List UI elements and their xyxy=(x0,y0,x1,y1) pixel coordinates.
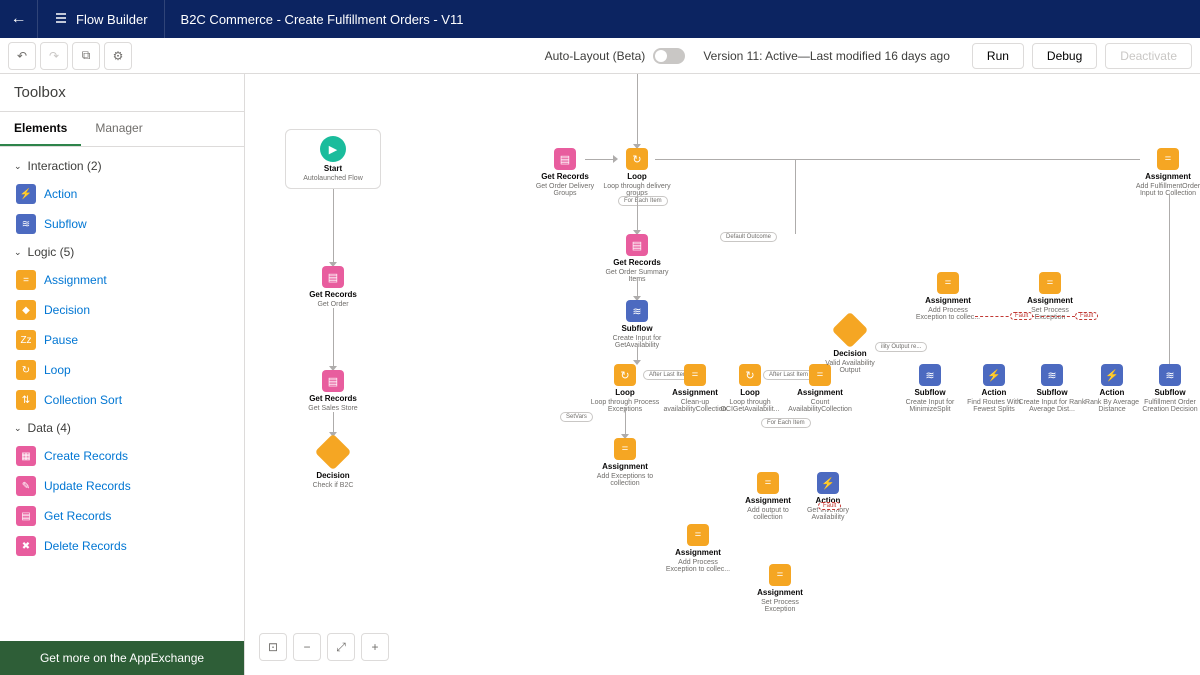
zoom-in-button[interactable]: + xyxy=(361,633,389,661)
app-header: ← Flow Builder B2C Commerce - Create Ful… xyxy=(0,0,1200,38)
flow-title: B2C Commerce - Create Fulfillment Orders… xyxy=(165,12,480,27)
pill-fault-2: Fault xyxy=(1010,312,1033,320)
element-icon: ◆ xyxy=(16,300,36,320)
element-icon: ↻ xyxy=(16,360,36,380)
node-get-store[interactable]: ▤Get RecordsGet Sales Store xyxy=(298,370,368,412)
element-item[interactable]: Zz Pause xyxy=(0,325,244,355)
element-item[interactable]: ⇅ Collection Sort xyxy=(0,385,244,415)
canvas-controls: ⊡ − ⤢ + xyxy=(259,633,389,661)
auto-layout-toggle[interactable]: Auto-Layout (Beta) xyxy=(545,48,686,64)
node-loop-groups[interactable]: ↻LoopLoop through delivery groups xyxy=(602,148,672,198)
element-item[interactable]: ▦ Create Records xyxy=(0,441,244,471)
settings-button[interactable]: ⚙ xyxy=(104,42,132,70)
fit-button[interactable]: ⤢ xyxy=(327,633,355,661)
element-label: Subflow xyxy=(44,217,87,231)
pill-utility-output: ility Output re... xyxy=(875,342,927,352)
run-button[interactable]: Run xyxy=(972,43,1024,69)
element-icon: ⚡ xyxy=(16,184,36,204)
category[interactable]: ⌄Logic (5) xyxy=(0,239,244,265)
element-item[interactable]: ▤ Get Records xyxy=(0,501,244,531)
element-label: Pause xyxy=(44,333,78,347)
element-icon: ▦ xyxy=(16,446,36,466)
node-get-delivery[interactable]: ▤Get RecordsGet Order Delivery Groups xyxy=(530,148,600,198)
node-action-inventory[interactable]: ⚡ActionGet Inventory Availability xyxy=(793,472,863,522)
chevron-down-icon: ⌄ xyxy=(14,247,22,258)
node-get-items[interactable]: ▤Get RecordsGet Order Summary Items xyxy=(602,234,672,284)
pill-setvars: SetVars xyxy=(560,412,593,422)
pill-default-outcome: Default Outcome xyxy=(720,232,777,242)
element-item[interactable]: ≋ Subflow xyxy=(0,209,244,239)
deactivate-button: Deactivate xyxy=(1105,43,1192,69)
element-label: Collection Sort xyxy=(44,393,122,407)
pill-foreach-2: For Each Item xyxy=(761,418,811,428)
element-label: Update Records xyxy=(44,479,131,493)
node-get-order[interactable]: ▤Get RecordsGet Order xyxy=(298,266,368,308)
zoom-out-button[interactable]: − xyxy=(293,633,321,661)
element-icon: ✖ xyxy=(16,536,36,556)
node-start[interactable]: ▶StartAutolaunched Flow xyxy=(285,129,381,189)
element-icon: = xyxy=(16,270,36,290)
node-sf-fulfill[interactable]: ≋SubflowFulfillment Order Creation Decis… xyxy=(1135,364,1200,414)
node-asn-fulfill[interactable]: =AssignmentAdd FulfillmentOrder Input to… xyxy=(1133,148,1200,198)
pill-fault-3: Fault xyxy=(1075,312,1098,320)
element-label: Decision xyxy=(44,303,90,317)
element-item[interactable]: ✎ Update Records xyxy=(0,471,244,501)
element-item[interactable]: ✖ Delete Records xyxy=(0,531,244,561)
undo-button[interactable]: ↶ xyxy=(8,42,36,70)
copy-button[interactable]: ⧉ xyxy=(72,42,100,70)
element-icon: ≋ xyxy=(16,214,36,234)
chevron-down-icon: ⌄ xyxy=(14,161,22,172)
pill-fault-1: Fault xyxy=(818,502,841,510)
tab-elements[interactable]: Elements xyxy=(0,112,81,146)
node-asn-proc1[interactable]: =AssignmentAdd Process Exception to coll… xyxy=(913,272,983,322)
element-item[interactable]: ◆ Decision xyxy=(0,295,244,325)
app-name: Flow Builder xyxy=(38,0,165,38)
element-icon: ⇅ xyxy=(16,390,36,410)
node-asn-addexc[interactable]: =AssignmentAdd Exceptions to collection xyxy=(590,438,660,488)
node-asn-proc2[interactable]: =AssignmentAdd Process Exception to coll… xyxy=(663,524,733,574)
element-label: Action xyxy=(44,187,77,201)
pill-foreach-1: For Each Item xyxy=(618,196,668,206)
category[interactable]: ⌄Interaction (2) xyxy=(0,153,244,179)
node-subflow-input[interactable]: ≋SubflowCreate Input for GetAvailability xyxy=(602,300,672,350)
element-label: Assignment xyxy=(44,273,107,287)
toggle-icon xyxy=(653,48,685,64)
element-label: Create Records xyxy=(44,449,128,463)
sidebar: Toolbox Elements Manager ⌄Interaction (2… xyxy=(0,74,245,675)
utility-bar: ↶ ↷ ⧉ ⚙ Auto-Layout (Beta) Version 11: A… xyxy=(0,38,1200,74)
flow-builder-icon xyxy=(54,11,68,28)
element-icon: ✎ xyxy=(16,476,36,496)
element-label: Loop xyxy=(44,363,71,377)
node-sf-min[interactable]: ≋SubflowCreate Input for MinimizeSplit xyxy=(895,364,965,414)
debug-button[interactable]: Debug xyxy=(1032,43,1097,69)
canvas[interactable]: ▶StartAutolaunched Flow ▤Get RecordsGet … xyxy=(245,74,1200,675)
sidebar-tabs: Elements Manager xyxy=(0,112,244,147)
element-item[interactable]: ↻ Loop xyxy=(0,355,244,385)
node-asn-setexc2[interactable]: =AssignmentSet Process Exception xyxy=(745,564,815,614)
category[interactable]: ⌄Data (4) xyxy=(0,415,244,441)
redo-button[interactable]: ↷ xyxy=(40,42,68,70)
node-decision-b2c[interactable]: DecisionCheck if B2C xyxy=(298,436,368,489)
tab-manager[interactable]: Manager xyxy=(81,112,156,146)
select-button[interactable]: ⊡ xyxy=(259,633,287,661)
back-button[interactable]: ← xyxy=(0,0,38,38)
element-label: Get Records xyxy=(44,509,111,523)
toolbox-title: Toolbox xyxy=(0,74,244,112)
element-tree: ⌄Interaction (2) ⚡ Action ≋ Subflow ⌄Logic (5… xyxy=(0,147,244,641)
element-icon: ▤ xyxy=(16,506,36,526)
element-item[interactable]: ⚡ Action xyxy=(0,179,244,209)
appexchange-link[interactable]: Get more on the AppExchange xyxy=(0,641,244,675)
element-item[interactable]: = Assignment xyxy=(0,265,244,295)
element-icon: Zz xyxy=(16,330,36,350)
element-label: Delete Records xyxy=(44,539,127,553)
arrow-left-icon: ← xyxy=(11,10,27,28)
version-label: Version 11: Active—Last modified 16 days… xyxy=(703,49,950,63)
chevron-down-icon: ⌄ xyxy=(14,423,22,434)
